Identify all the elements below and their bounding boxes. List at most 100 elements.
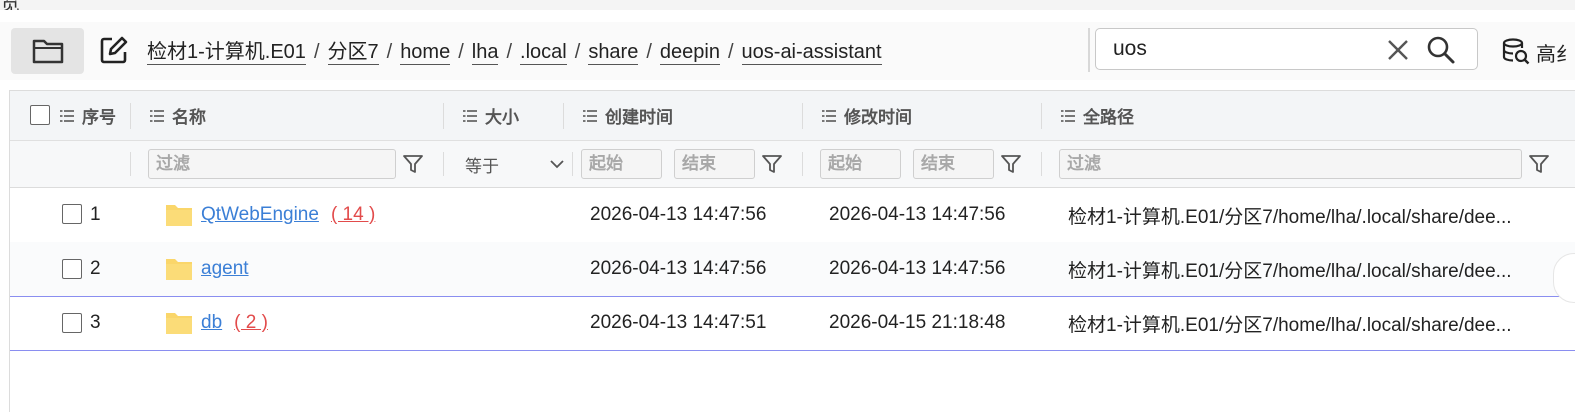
- modified-start-input[interactable]: [820, 149, 901, 179]
- file-grid: 序号 名称 大小 创建时间 修改时间 全路径 过滤 等于 起始 结束 起始 结束…: [9, 90, 1575, 412]
- path-cell: 检材1-计算机.E01/分区7/home/lha/.local/share/de…: [1068, 260, 1512, 282]
- breadcrumb-separator: /: [313, 41, 320, 63]
- list-icon: [150, 109, 164, 122]
- created-start-input[interactable]: [581, 149, 662, 179]
- breadcrumb-item[interactable]: deepin: [659, 40, 720, 65]
- column-divider[interactable]: [130, 103, 131, 129]
- breadcrumb-item[interactable]: 检材1-计算机.E01: [147, 40, 306, 65]
- row-checkbox[interactable]: [62, 204, 82, 224]
- column-divider[interactable]: [802, 103, 803, 129]
- column-header-size[interactable]: 大小: [463, 91, 519, 140]
- column-divider: [443, 152, 444, 176]
- breadcrumb-separator: /: [574, 41, 581, 63]
- search-icon[interactable]: [1426, 35, 1456, 65]
- size-operator-select[interactable]: 等于: [465, 149, 565, 179]
- name-cell: db ( 2 ): [165, 296, 268, 350]
- database-search-icon: [1502, 38, 1530, 65]
- funnel-icon[interactable]: [1528, 153, 1550, 175]
- path-toolbar: 检材1-计算机.E01 / 分区7 / home / lha / .local …: [0, 22, 1575, 80]
- column-divider[interactable]: [443, 103, 444, 129]
- breadcrumb-item[interactable]: .local: [520, 40, 567, 65]
- advanced-search-button[interactable]: 高纟: [1502, 36, 1575, 68]
- edit-path-button[interactable]: [98, 34, 130, 66]
- column-header-fullpath[interactable]: 全路径: [1061, 91, 1134, 140]
- created-cell: 2026-04-13 14:47:56: [590, 204, 767, 225]
- toolbar-divider: [1088, 28, 1090, 72]
- folder-name-link[interactable]: db: [201, 312, 222, 334]
- modified-cell: 2026-04-15 21:18:48: [829, 312, 1006, 333]
- column-divider: [130, 152, 131, 176]
- breadcrumb-separator: /: [506, 41, 513, 63]
- breadcrumb-item[interactable]: home: [400, 40, 451, 65]
- breadcrumb-separator: /: [458, 41, 464, 63]
- breadcrumb-item[interactable]: 分区7: [327, 40, 379, 65]
- folder-name-link[interactable]: agent: [201, 258, 249, 280]
- name-cell: QtWebEngine ( 14 ): [165, 188, 375, 242]
- item-count-link[interactable]: ( 2 ): [234, 312, 268, 334]
- modified-cell: 2026-04-13 14:47:56: [829, 258, 1006, 279]
- edit-path-icon: [100, 36, 128, 64]
- breadcrumb-item[interactable]: lha: [471, 40, 499, 65]
- column-header-modified[interactable]: 修改时间: [822, 91, 912, 140]
- column-divider[interactable]: [1041, 103, 1042, 129]
- browse-folder-button[interactable]: [11, 28, 84, 74]
- folder-name-link[interactable]: QtWebEngine: [201, 204, 319, 226]
- breadcrumb-item[interactable]: share: [588, 40, 639, 65]
- column-divider[interactable]: [563, 103, 564, 129]
- breadcrumb: 检材1-计算机.E01 / 分区7 / home / lha / .local …: [147, 37, 882, 67]
- size-operator-value: 等于: [465, 156, 499, 176]
- modified-end-input[interactable]: [913, 149, 994, 179]
- column-header-name[interactable]: 名称: [150, 91, 206, 140]
- created-cell: 2026-04-13 14:47:51: [590, 312, 767, 333]
- column-header-label: 名称: [172, 108, 206, 127]
- column-header-label: 序号: [82, 108, 116, 127]
- modified-cell: 2026-04-13 14:47:56: [829, 204, 1006, 225]
- created-cell: 2026-04-13 14:47:56: [590, 258, 767, 279]
- column-divider: [572, 152, 573, 176]
- column-divider: [802, 152, 803, 176]
- row-index: 3: [90, 312, 101, 333]
- created-end-input[interactable]: [674, 149, 755, 179]
- grid-header: 序号 名称 大小 创建时间 修改时间 全路径: [10, 91, 1575, 141]
- chevron-down-icon: [550, 160, 564, 169]
- breadcrumb-separator: /: [386, 41, 393, 63]
- breadcrumb-separator: /: [727, 41, 734, 63]
- column-divider: [1041, 152, 1042, 176]
- name-cell: agent: [165, 242, 249, 296]
- row-index: 2: [90, 258, 101, 279]
- breadcrumb-item[interactable]: uos-ai-assistant: [741, 40, 882, 65]
- filter-row: 等于: [10, 141, 1575, 188]
- funnel-icon[interactable]: [761, 153, 783, 175]
- folder-icon: [166, 259, 192, 280]
- breadcrumb-separator: /: [646, 41, 652, 63]
- funnel-icon[interactable]: [402, 153, 424, 175]
- select-all-checkbox[interactable]: [30, 105, 50, 125]
- close-icon[interactable]: [1386, 38, 1410, 62]
- table-row[interactable]: 3 db ( 2 ) 2026-04-13 14:47:51 2026-04-1…: [10, 296, 1575, 351]
- list-icon: [822, 109, 836, 122]
- name-filter-input[interactable]: [148, 149, 396, 179]
- list-icon: [583, 109, 597, 122]
- row-checkbox[interactable]: [62, 313, 82, 333]
- list-icon: [60, 109, 74, 122]
- path-filter-input[interactable]: [1059, 149, 1522, 179]
- column-header-label: 创建时间: [605, 108, 673, 127]
- row-checkbox[interactable]: [62, 259, 82, 279]
- column-header-created[interactable]: 创建时间: [583, 91, 673, 140]
- search-input[interactable]: [1111, 33, 1365, 65]
- table-row[interactable]: 2 agent 2026-04-13 14:47:56 2026-04-13 1…: [10, 242, 1575, 297]
- row-index: 1: [90, 204, 101, 225]
- column-header-label: 大小: [485, 108, 519, 127]
- table-row[interactable]: 1 QtWebEngine ( 14 ) 2026-04-13 14:47:56…: [10, 188, 1575, 243]
- window-title-text: 览: [0, 0, 20, 10]
- folder-icon: [166, 205, 192, 226]
- advanced-search-label: 高纟: [1536, 43, 1575, 66]
- item-count-link[interactable]: ( 14 ): [331, 204, 375, 226]
- path-cell: 检材1-计算机.E01/分区7/home/lha/.local/share/de…: [1068, 206, 1512, 228]
- search-box: [1095, 28, 1478, 70]
- column-header-index[interactable]: 序号: [60, 91, 116, 140]
- path-cell: 检材1-计算机.E01/分区7/home/lha/.local/share/de…: [1068, 314, 1512, 336]
- folder-outline-icon: [32, 39, 63, 64]
- column-header-label: 修改时间: [844, 108, 912, 127]
- funnel-icon[interactable]: [1000, 153, 1022, 175]
